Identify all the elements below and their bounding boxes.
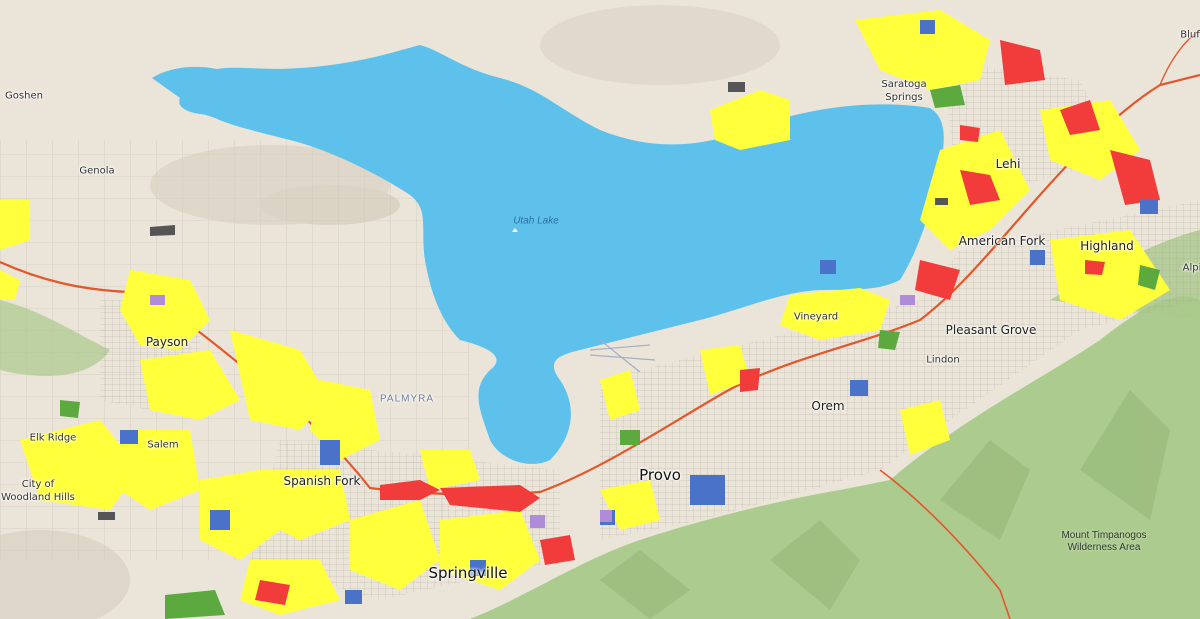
place-label-bluffdale: Bluf bbox=[1180, 29, 1200, 41]
place-label-lindon: Lindon bbox=[926, 354, 960, 366]
place-label-american-fork: American Fork bbox=[958, 234, 1046, 248]
place-label-provo: Provo bbox=[639, 466, 681, 484]
lake-label: Utah Lake bbox=[513, 215, 559, 227]
wilderness-label: Mount Timpanogos Wilderness Area bbox=[1061, 530, 1147, 553]
area-label-palmyra: PALMYRA bbox=[379, 393, 435, 405]
place-label-alpine: Alpi bbox=[1182, 262, 1200, 274]
place-label-lehi: Lehi bbox=[995, 157, 1021, 171]
place-label-saratoga-springs: Saratoga Springs bbox=[881, 79, 927, 103]
map-canvas[interactable]: Utah Lake Goshen Genola Payson Elk Ridge… bbox=[0, 0, 1200, 619]
place-label-payson: Payson bbox=[145, 335, 189, 349]
place-label-orem: Orem bbox=[811, 399, 845, 413]
place-label-spanish-fork: Spanish Fork bbox=[283, 474, 361, 488]
place-label-salem: Salem bbox=[147, 439, 179, 451]
place-label-pleasant-grove: Pleasant Grove bbox=[945, 323, 1037, 337]
place-label-genola: Genola bbox=[79, 165, 115, 177]
place-label-goshen: Goshen bbox=[5, 90, 43, 102]
place-label-elk-ridge: Elk Ridge bbox=[29, 432, 77, 444]
place-label-springville: Springville bbox=[428, 564, 508, 582]
place-label-woodland-hills: City of Woodland Hills bbox=[1, 479, 75, 503]
place-label-vineyard: Vineyard bbox=[793, 311, 839, 323]
place-label-highland: Highland bbox=[1080, 239, 1134, 253]
map-basemap bbox=[0, 0, 1200, 619]
